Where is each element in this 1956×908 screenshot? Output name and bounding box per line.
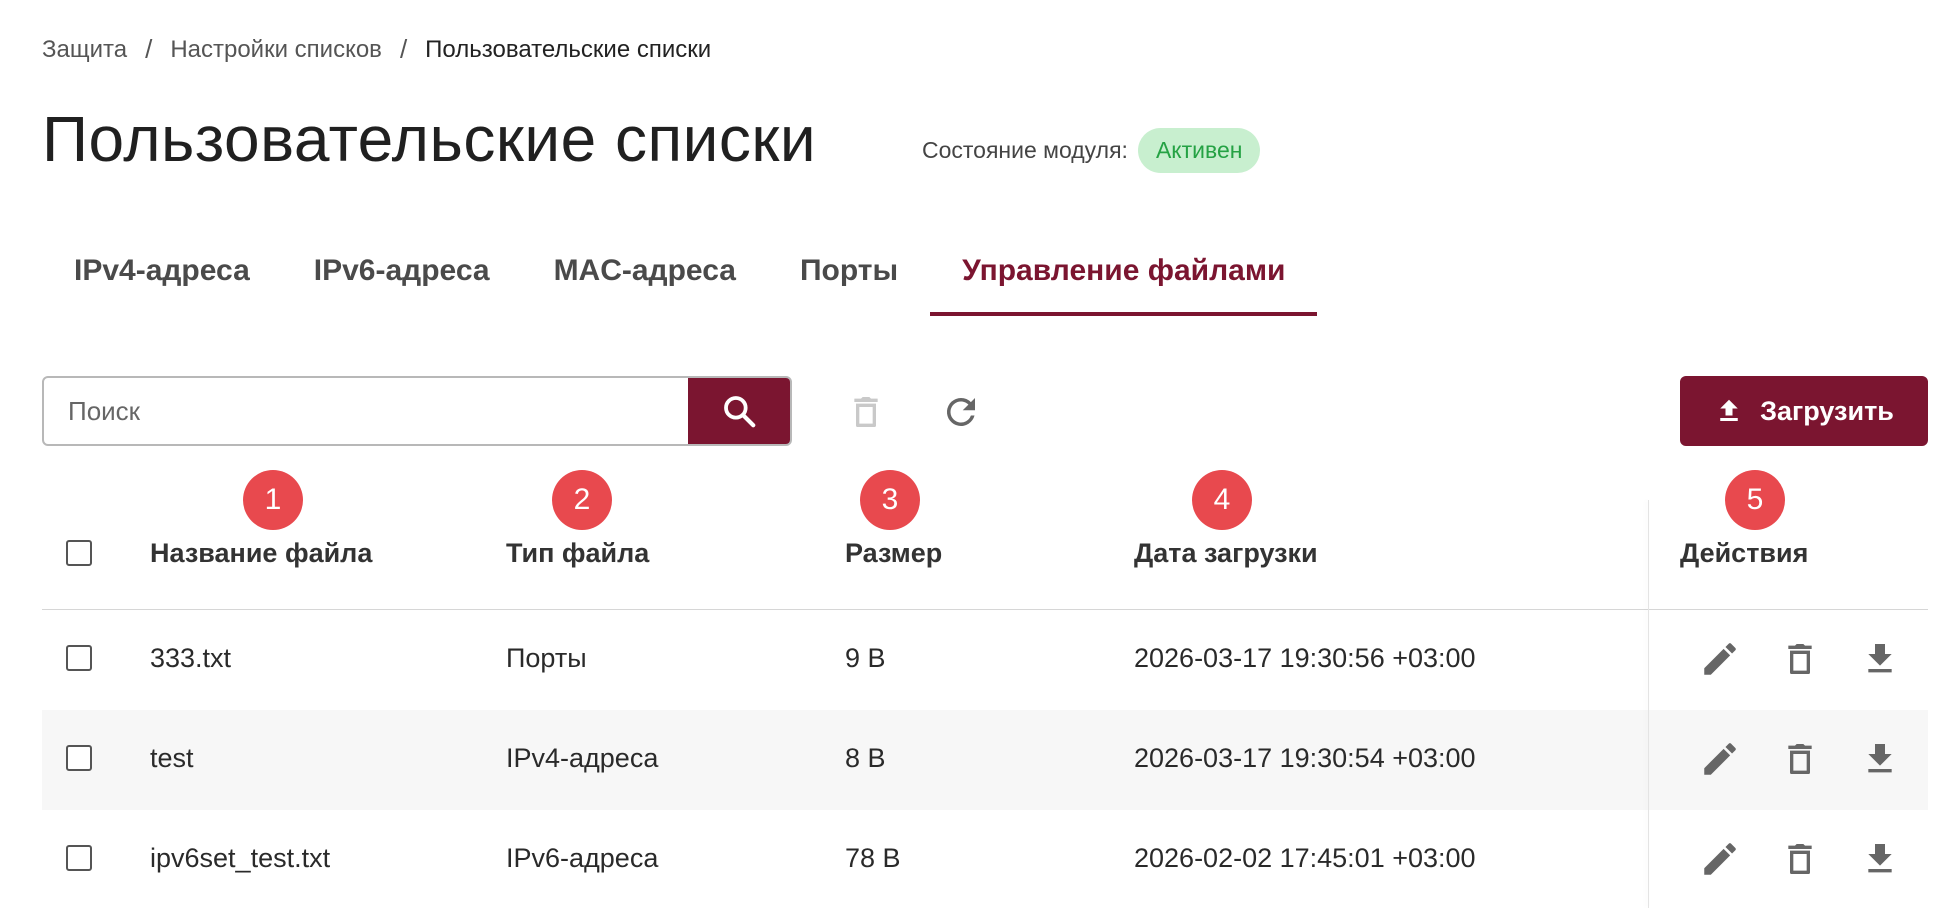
cell-file-type: IPv6-адреса [506, 843, 659, 873]
pencil-icon [1704, 843, 1736, 875]
select-all-checkbox[interactable] [66, 540, 92, 566]
upload-button[interactable]: Загрузить [1680, 376, 1928, 446]
marker-4: 4 [1192, 470, 1252, 530]
header-divider [42, 609, 1928, 610]
row-stripe [42, 710, 1928, 810]
tab-ipv4[interactable]: IPv4-адреса [42, 236, 282, 312]
page-title: Пользовательские списки [42, 103, 817, 175]
status-label: Состояние модуля: [922, 137, 1128, 163]
refresh-button[interactable] [936, 387, 986, 437]
module-status: Состояние модуля: Активен [922, 128, 1261, 173]
search-button[interactable] [688, 378, 790, 444]
tab-ipv6[interactable]: IPv6-адреса [282, 236, 522, 312]
breadcrumb-item-protection[interactable]: Защита [42, 36, 127, 64]
bulk-delete-button[interactable] [841, 387, 891, 437]
marker-1: 1 [243, 470, 303, 530]
download-icon [1868, 644, 1892, 673]
column-header-date[interactable]: Дата загрузки [1134, 538, 1318, 569]
pencil-icon [1704, 743, 1736, 775]
cell-file-type: Порты [506, 643, 587, 673]
delete-button[interactable] [1776, 735, 1824, 783]
cell-file-size: 9 B [845, 643, 886, 673]
breadcrumb-item-current: Пользовательские списки [425, 35, 712, 63]
actions-column-divider [1648, 500, 1649, 908]
refresh-icon [946, 397, 975, 426]
search-box [42, 376, 792, 446]
column-header-name[interactable]: Название файла [150, 538, 372, 569]
cell-file-type: IPv4-адреса [506, 743, 659, 773]
download-button[interactable] [1856, 635, 1904, 683]
search-input[interactable] [44, 378, 688, 444]
cell-file-size: 8 B [845, 743, 886, 773]
cell-upload-date: 2026-03-17 19:30:54 +03:00 [1134, 743, 1476, 773]
cell-file-name: ipv6set_test.txt [150, 843, 331, 873]
upload-button-label: Загрузить [1760, 395, 1894, 426]
cell-upload-date: 2026-02-02 17:45:01 +03:00 [1134, 843, 1476, 873]
edit-button[interactable] [1696, 835, 1744, 883]
column-header-type[interactable]: Тип файла [506, 538, 649, 569]
search-icon [724, 396, 756, 428]
edit-button[interactable] [1696, 735, 1744, 783]
download-icon [1868, 744, 1892, 773]
status-badge: Активен [1137, 128, 1261, 173]
download-button[interactable] [1856, 835, 1904, 883]
tab-bar: IPv4-адреса IPv6-адреса MAC-адреса Порты… [42, 236, 1318, 316]
upload-icon [1720, 399, 1738, 421]
download-icon [1868, 844, 1892, 873]
marker-2: 2 [552, 470, 612, 530]
tab-file-management[interactable]: Управление файлами [930, 236, 1318, 316]
trash-icon [1788, 644, 1812, 674]
trash-icon [1788, 744, 1812, 774]
column-header-size[interactable]: Размер [845, 538, 942, 569]
edit-button[interactable] [1696, 635, 1744, 683]
breadcrumb: Защита / Настройки списков / Пользовател… [42, 34, 711, 65]
row-checkbox[interactable] [66, 745, 92, 771]
row-checkbox[interactable] [66, 845, 92, 871]
download-button[interactable] [1856, 735, 1904, 783]
cell-file-name: 333.txt [150, 643, 232, 673]
trash-icon [854, 397, 878, 427]
pencil-icon [1704, 643, 1736, 675]
trash-icon [1788, 844, 1812, 874]
tab-mac[interactable]: MAC-адреса [522, 236, 768, 312]
breadcrumb-separator: / [145, 34, 153, 64]
row-checkbox[interactable] [66, 645, 92, 671]
cell-file-name: test [150, 743, 194, 773]
breadcrumb-item-list-settings[interactable]: Настройки списков [170, 36, 382, 64]
marker-3: 3 [860, 470, 920, 530]
cell-upload-date: 2026-03-17 19:30:56 +03:00 [1134, 643, 1476, 673]
marker-5: 5 [1725, 470, 1785, 530]
tab-ports[interactable]: Порты [768, 236, 930, 312]
column-header-actions: Действия [1680, 538, 1809, 568]
delete-button[interactable] [1776, 835, 1824, 883]
delete-button[interactable] [1776, 635, 1824, 683]
cell-file-size: 78 B [845, 843, 901, 873]
breadcrumb-separator: / [399, 34, 408, 64]
